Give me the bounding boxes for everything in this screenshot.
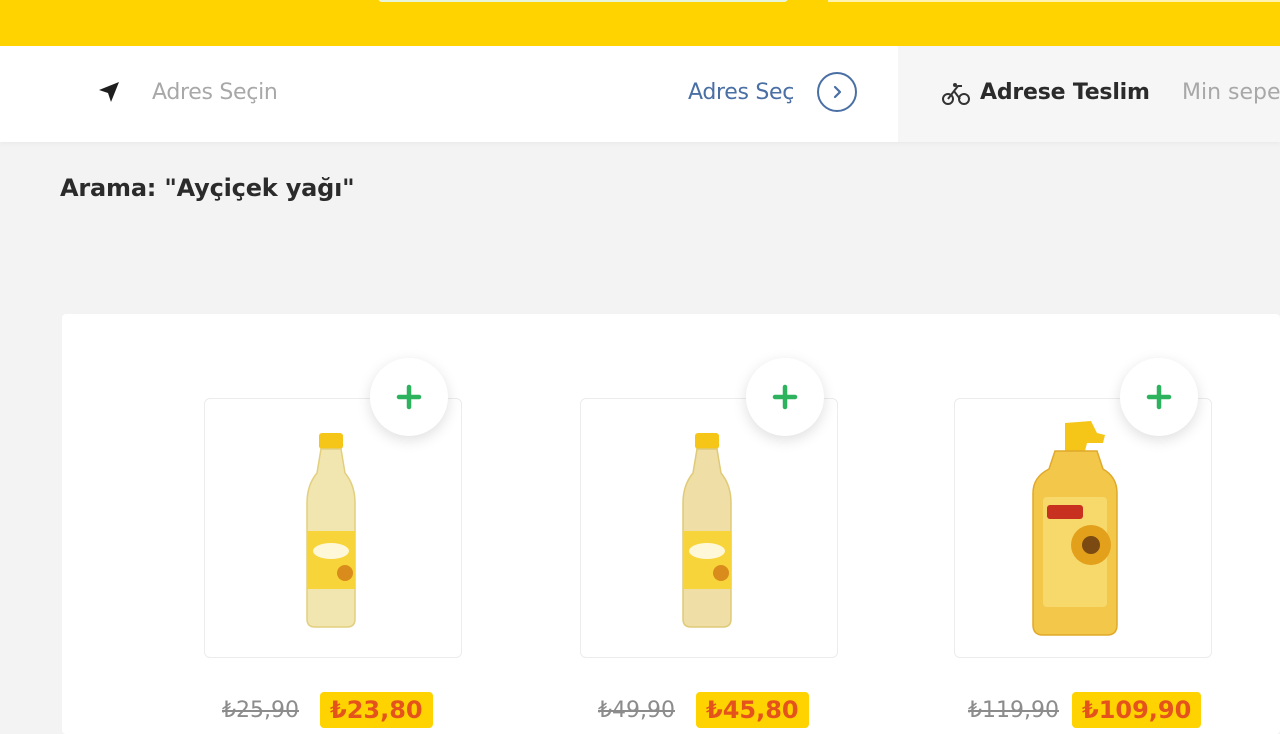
header-right-edge bbox=[828, 0, 1280, 2]
plus-icon bbox=[396, 384, 422, 410]
address-bar: Adres Seçin Adres Seç Adrese Teslim Min … bbox=[0, 46, 1280, 142]
location-arrow-icon bbox=[99, 82, 119, 102]
oil-jug-image bbox=[1032, 421, 1118, 636]
address-placeholder[interactable]: Adres Seçin bbox=[152, 80, 278, 105]
product-card[interactable] bbox=[954, 358, 1212, 658]
old-price: ₺119,90 bbox=[968, 698, 1059, 723]
search-bar-edge[interactable] bbox=[378, 0, 788, 2]
delivery-mode-label[interactable]: Adrese Teslim bbox=[980, 80, 1150, 105]
chevron-right-icon bbox=[833, 85, 842, 99]
add-to-cart-button[interactable] bbox=[370, 358, 448, 436]
address-selector[interactable]: Adres Seçin Adres Seç bbox=[0, 46, 898, 142]
plus-icon bbox=[772, 384, 798, 410]
min-basket-label: Min sepe bbox=[1182, 80, 1280, 105]
oil-bottle-image bbox=[306, 433, 356, 628]
add-to-cart-button[interactable] bbox=[1120, 358, 1198, 436]
old-price: ₺49,90 bbox=[598, 698, 675, 723]
select-address-link[interactable]: Adres Seç bbox=[688, 80, 794, 105]
discounted-price: ₺45,80 bbox=[696, 692, 809, 728]
product-card[interactable] bbox=[580, 358, 838, 658]
courier-bike-icon bbox=[942, 83, 970, 105]
discounted-price: ₺23,80 bbox=[320, 692, 433, 728]
top-header-bar bbox=[0, 0, 1280, 46]
select-address-button[interactable] bbox=[817, 72, 857, 112]
product-image-box[interactable] bbox=[204, 398, 462, 658]
discounted-price: ₺109,90 bbox=[1072, 692, 1202, 728]
product-image-box[interactable] bbox=[954, 398, 1212, 658]
product-image-box[interactable] bbox=[580, 398, 838, 658]
old-price: ₺25,90 bbox=[222, 698, 299, 723]
product-card[interactable] bbox=[204, 358, 462, 658]
search-results-title: Arama: "Ayçiçek yağı" bbox=[60, 174, 355, 202]
delivery-options[interactable]: Adrese Teslim Min sepe bbox=[898, 46, 1280, 142]
product-grid: ₺25,90 ₺23,80 ₺49,90 ₺45,80 ₺119,90 ₺109… bbox=[62, 314, 1280, 734]
plus-icon bbox=[1146, 384, 1172, 410]
oil-bottle-image bbox=[682, 433, 732, 628]
add-to-cart-button[interactable] bbox=[746, 358, 824, 436]
